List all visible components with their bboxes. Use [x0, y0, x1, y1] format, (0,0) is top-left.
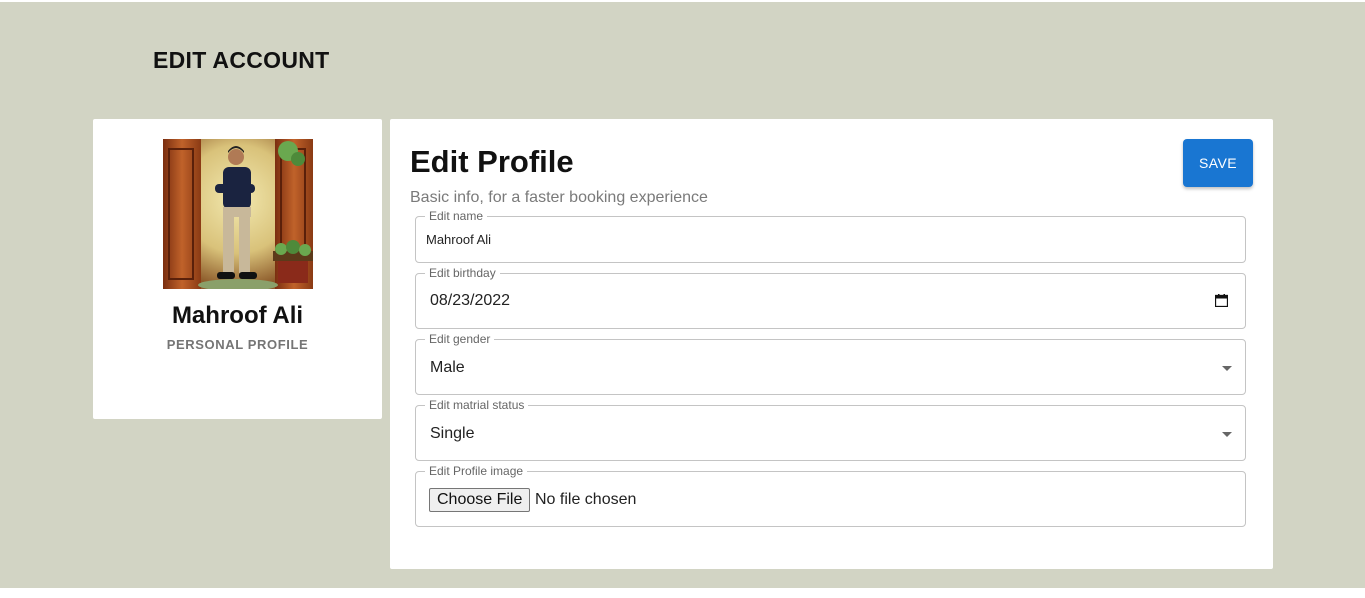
- form-subtitle: Basic info, for a faster booking experie…: [410, 189, 708, 206]
- form-title: Edit Profile: [410, 144, 574, 179]
- avatar: [163, 139, 313, 289]
- save-button[interactable]: SAVE: [1183, 139, 1253, 187]
- edit-profile-card: Edit Profile Basic info, for a faster bo…: [390, 119, 1273, 569]
- calendar-icon[interactable]: [1215, 294, 1228, 307]
- marital-status-field-label: Edit matrial status: [425, 398, 529, 412]
- gender-value: Male: [430, 359, 465, 376]
- profile-image-field: Edit Profile image Choose File No file c…: [415, 464, 1246, 527]
- file-status: No file chosen: [535, 491, 637, 508]
- birthday-input[interactable]: 08/23/2022: [430, 292, 510, 310]
- gender-select[interactable]: Edit gender Male: [415, 332, 1246, 395]
- marital-status-value: Single: [430, 425, 475, 442]
- profile-subtitle: PERSONAL PROFILE: [166, 337, 309, 352]
- profile-image-field-label: Edit Profile image: [425, 464, 528, 478]
- page-title: EDIT ACCOUNT: [153, 47, 330, 73]
- chevron-down-icon: [1222, 432, 1232, 437]
- chevron-down-icon: [1222, 366, 1232, 371]
- profile-photo-icon: [163, 139, 313, 289]
- choose-file-button[interactable]: Choose File: [429, 488, 531, 512]
- marital-status-select[interactable]: Edit matrial status Single: [415, 398, 1246, 461]
- gender-field-label: Edit gender: [425, 332, 495, 346]
- birthday-field-label: Edit birthday: [425, 266, 500, 280]
- birthday-field[interactable]: 08/23/2022 Edit birthday: [415, 266, 1246, 329]
- name-input[interactable]: Mahroof Ali: [426, 232, 491, 247]
- profile-card: Mahroof Ali PERSONAL PROFILE: [93, 119, 382, 419]
- profile-name: Mahroof Ali: [171, 302, 304, 329]
- name-field-label: Edit name: [425, 209, 488, 223]
- name-field[interactable]: Edit name Mahroof Ali: [415, 209, 1246, 263]
